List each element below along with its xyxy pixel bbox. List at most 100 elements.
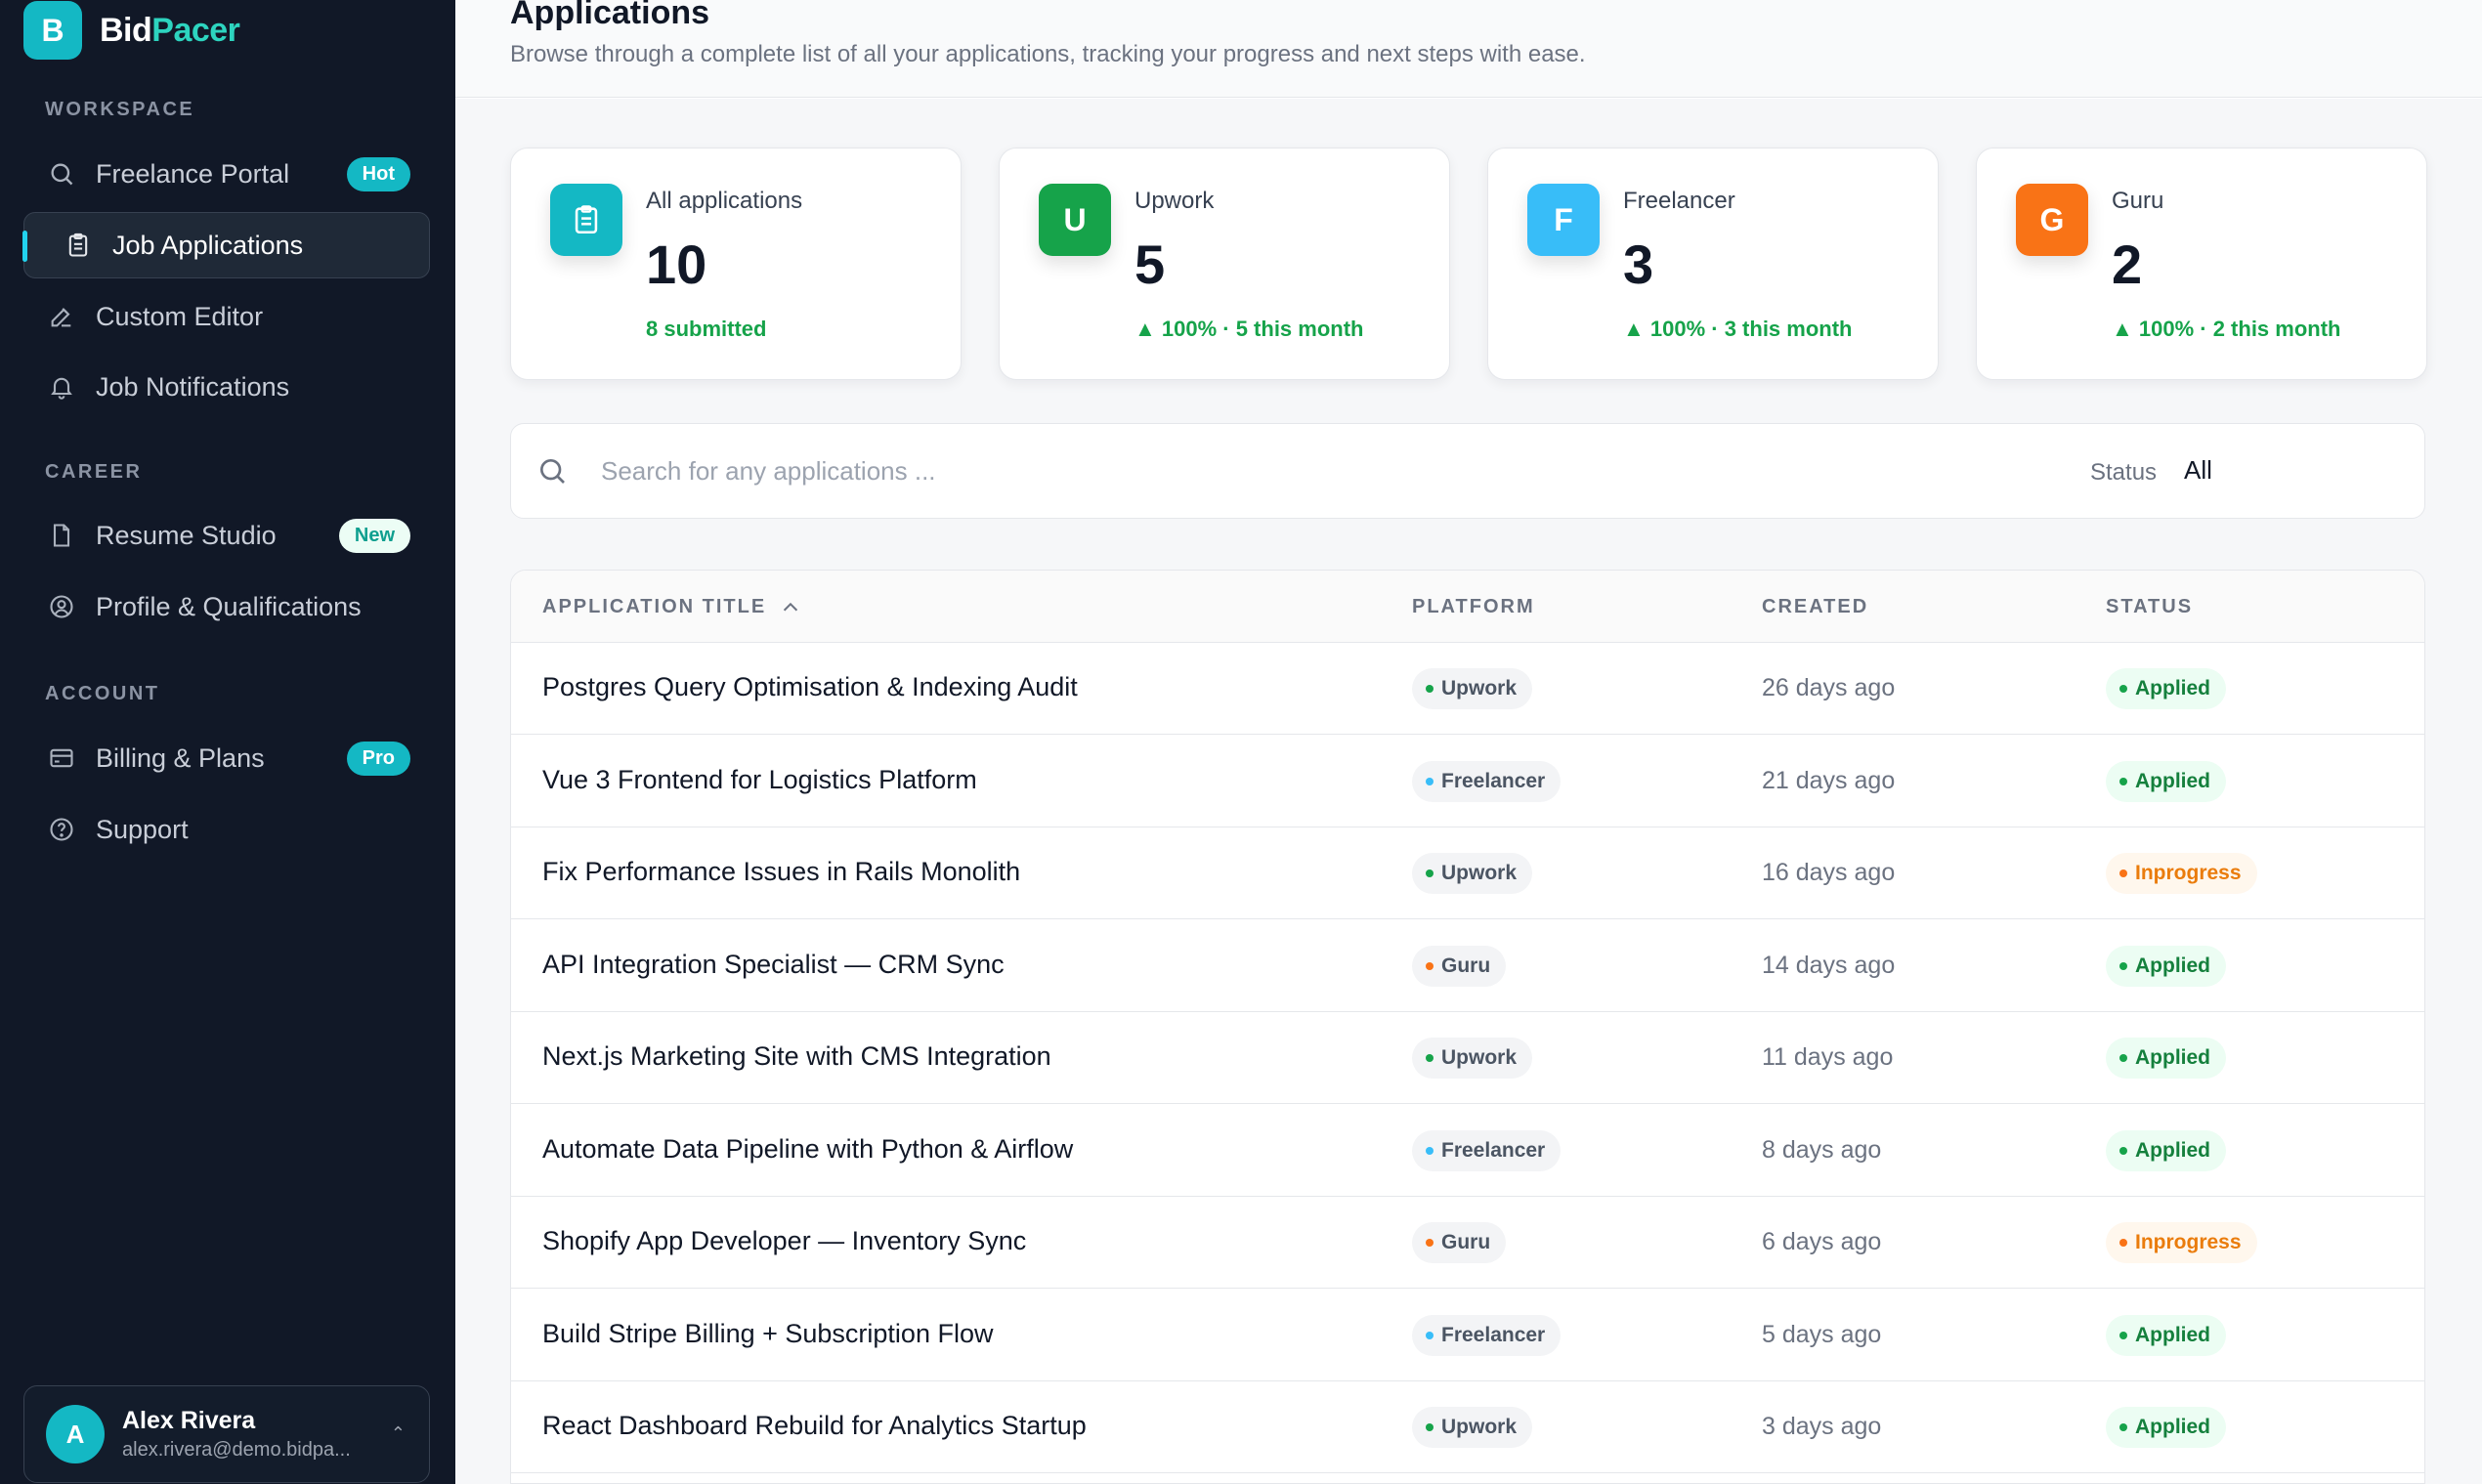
document-icon [47,521,76,550]
status-badge: Applied [2106,760,2226,802]
applications-table: APPLICATION TITLE PLATFORM CREATED STATU… [510,570,2425,1484]
application-title[interactable]: Shopify App Developer — Inventory Sync [542,1226,1026,1256]
status-label: Applied [2135,954,2210,977]
sidebar-item-label: Resume Studio [96,520,277,550]
stat-value: 3 [1623,233,1654,295]
table-row[interactable]: Next.js Marketing Site with CMS Integrat… [511,1012,2424,1104]
application-title[interactable]: API Integration Specialist — CRM Sync [542,950,1005,980]
platform-dot-icon [1426,961,1434,970]
search-bar: Status All [510,423,2425,519]
application-title[interactable]: Fix Performance Issues in Rails Monolith [542,857,1020,887]
main-content: Applications Browse through a complete l… [455,0,2482,1484]
table-row[interactable]: Postgres Query Optimisation & Indexing A… [511,643,2424,735]
platform-dot-icon [1426,777,1434,785]
column-header-platform[interactable]: PLATFORM [1412,596,1535,618]
table-row[interactable]: Fix Performance Issues in Rails Monolith… [511,827,2424,919]
stat-card-guru[interactable]: G Guru 2 ▲ 100% · 2 this month [1976,148,2427,380]
sidebar-item-label: Custom Editor [96,301,264,331]
user-name: Alex Rivera [122,1407,256,1434]
stat-value: 2 [2112,233,2143,295]
brand-name-part2: Pacer [151,11,240,49]
created-date: 8 days ago [1762,1135,1882,1164]
platform-label: Freelancer [1441,769,1546,792]
created-date: 3 days ago [1762,1413,1882,1440]
platform-badge: Freelancer [1412,1129,1562,1171]
platform-label: Guru [1441,1231,1491,1253]
stat-sub: ▲ 100% · 2 this month [2112,317,2341,341]
column-header-status[interactable]: STATUS [2106,596,2193,618]
status-badge: Inprogress [2106,1222,2257,1263]
content-area: All applications 10 8 submitted U Upwork… [455,99,2482,1484]
credit-card-icon [47,743,76,773]
section-label-account: ACCOUNT [45,683,160,704]
page-subtitle: Browse through a complete list of all yo… [510,41,1586,67]
stat-label: Upwork [1134,188,1215,214]
platform-dot-icon [1426,1054,1434,1062]
sidebar-item-support[interactable]: Support [23,796,430,863]
application-title[interactable]: Automate Data Pipeline with Python & Air… [542,1134,1073,1165]
chevron-up-icon [780,597,801,618]
sidebar-item-freelance-portal[interactable]: Freelance Portal Hot [23,141,430,207]
status-dot-icon [2119,1239,2127,1247]
sidebar-item-custom-editor[interactable]: Custom Editor [23,283,430,350]
sidebar-item-job-applications[interactable]: Job Applications [22,212,430,278]
platform-label: Freelancer [1441,1138,1546,1162]
created-date: 26 days ago [1762,674,1896,701]
sidebar: B BidPacer WORKSPACE Freelance Portal Ho… [0,0,455,1484]
status-label: Applied [2135,1323,2210,1346]
platform-dot-icon [1426,869,1434,877]
bell-icon [47,372,76,402]
sidebar-item-profile-qualifications[interactable]: Profile & Qualifications [23,573,430,640]
platform-label: Upwork [1441,862,1518,884]
application-title[interactable]: Build Stripe Billing + Subscription Flow [542,1319,993,1349]
sidebar-item-label: Job Notifications [96,371,290,402]
created-date: 5 days ago [1762,1320,1882,1348]
column-header-created[interactable]: CREATED [1762,596,1868,618]
stat-card-upwork[interactable]: U Upwork 5 ▲ 100% · 5 this month [999,148,1450,380]
user-menu[interactable]: A Alex Rivera alex.rivera@demo.bidpa... … [23,1385,430,1483]
platform-dot-icon [1426,1239,1434,1247]
table-row[interactable]: Vue 3 Frontend for Logistics Platform Fre… [511,736,2424,827]
section-label-career: CAREER [45,461,143,483]
stat-label: All applications [646,188,803,214]
chevron-up-icon[interactable]: ⌃ [391,1423,406,1444]
table-row[interactable]: API Integration Specialist — CRM Sync Gur… [511,920,2424,1012]
stat-sub: ▲ 100% · 5 this month [1134,317,1364,341]
stat-value: 10 [646,233,707,295]
table-row[interactable]: React Dashboard Rebuild for Analytics St… [511,1381,2424,1473]
stat-card-all[interactable]: All applications 10 8 submitted [510,148,962,380]
table-row[interactable]: Automate Data Pipeline with Python & Air… [511,1105,2424,1197]
status-badge: Applied [2106,1407,2226,1448]
sidebar-item-billing-plans[interactable]: Billing & Plans Pro [23,725,430,791]
application-title[interactable]: Postgres Query Optimisation & Indexing A… [542,672,1078,702]
sidebar-item-job-notifications[interactable]: Job Notifications [23,354,430,420]
status-filter-label: Status [2090,459,2158,486]
search-input[interactable] [601,451,1871,490]
table-row[interactable]: Build Stripe Billing + Subscription Flow… [511,1290,2424,1381]
status-dot-icon [2119,1331,2127,1339]
stat-label: Guru [2112,188,2164,214]
column-header-title[interactable]: APPLICATION TITLE [542,596,801,618]
clipboard-icon [64,231,93,260]
sidebar-item-label: Freelance Portal [96,158,290,189]
application-title[interactable]: Next.js Marketing Site with CMS Integrat… [542,1041,1051,1072]
freelancer-logo-icon: F [1527,184,1600,256]
platform-label: Guru [1441,954,1491,977]
sidebar-item-resume-studio[interactable]: Resume Studio New [23,502,430,569]
stat-sub: ▲ 100% · 3 this month [1623,317,1853,341]
status-badge: Applied [2106,668,2226,709]
platform-dot-icon [1426,1146,1434,1155]
created-date: 6 days ago [1762,1228,1882,1255]
brand[interactable]: B BidPacer [23,0,240,61]
platform-label: Upwork [1441,677,1518,700]
table-row[interactable]: Shopify App Developer — Inventory Sync Gu… [511,1197,2424,1289]
platform-badge: Upwork [1412,668,1533,709]
stat-label: Freelancer [1623,188,1735,214]
created-date: 11 days ago [1762,1043,1894,1071]
clipboard-icon [550,184,622,256]
application-title[interactable]: React Dashboard Rebuild for Analytics St… [542,1411,1087,1441]
brand-logo: B [23,1,82,60]
status-filter-select[interactable]: All [2184,455,2212,486]
application-title[interactable]: Vue 3 Frontend for Logistics Platform [542,765,977,795]
stat-card-freelancer[interactable]: F Freelancer 3 ▲ 100% · 3 this month [1487,148,1939,380]
